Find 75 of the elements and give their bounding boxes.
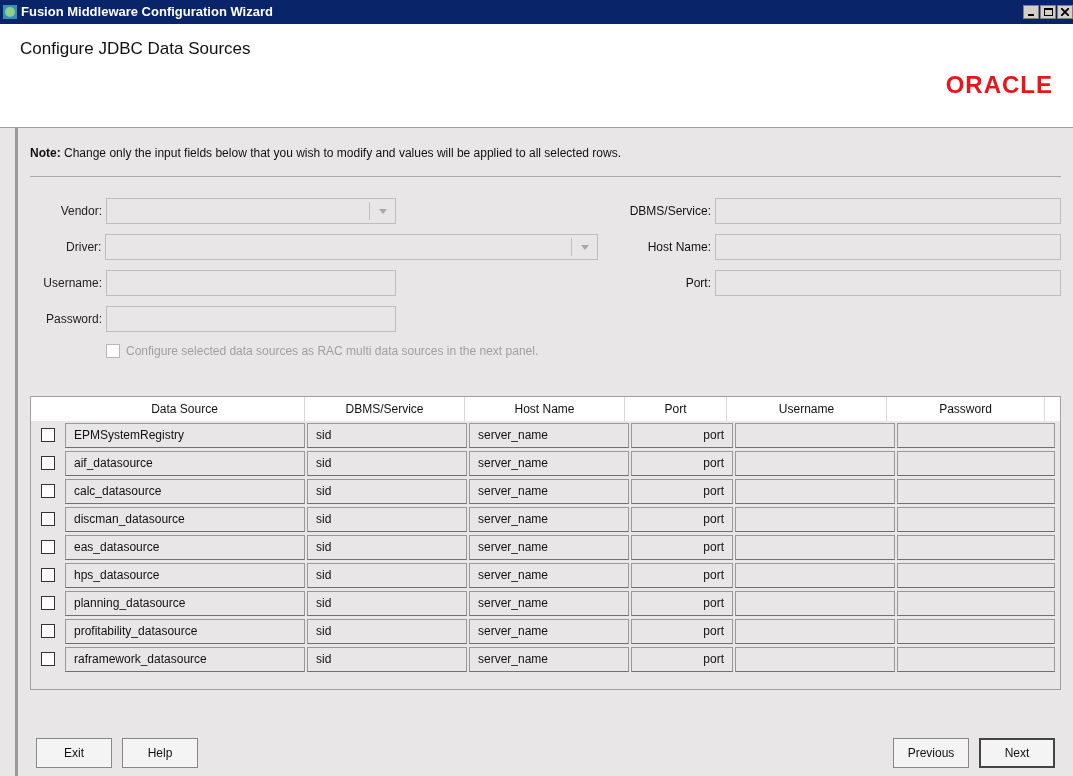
field-label: Password: — [44, 311, 102, 328]
table-cell: server_name — [469, 534, 629, 560]
field-label: Host Name: — [647, 239, 711, 256]
close-button[interactable] — [1057, 5, 1073, 19]
close-icon — [1061, 8, 1069, 16]
dialog-button[interactable]: Next — [979, 738, 1055, 768]
table-cell: server_name — [469, 618, 629, 644]
table-cell: calc_datasource — [65, 478, 305, 504]
dropdown-arrow-icon — [378, 208, 387, 214]
row-checkbox[interactable] — [41, 652, 55, 666]
table-cell: port — [631, 590, 733, 616]
table-cell: server_name — [469, 506, 629, 532]
maximize-icon — [1043, 8, 1053, 16]
field-label: Username: — [42, 275, 102, 292]
field-label: DBMS/Service: — [629, 203, 711, 220]
table-cell: hps_datasource — [65, 562, 305, 588]
table-cell: planning_datasource — [65, 590, 305, 616]
field-label: Driver: — [65, 239, 102, 256]
logo: ORACLE — [945, 69, 1053, 100]
row-checkbox[interactable] — [41, 456, 55, 470]
row-checkbox[interactable] — [41, 540, 55, 554]
column-header: Host Name — [465, 397, 625, 421]
dropdown-arrow-icon — [580, 244, 589, 250]
maximize-button[interactable] — [1040, 5, 1056, 19]
window-title: Fusion Middleware Configuration Wizard — [21, 3, 274, 22]
app-icon — [2, 4, 18, 20]
table-cell: server_name — [469, 646, 629, 672]
row-checkbox[interactable] — [41, 596, 55, 610]
table-cell: port — [631, 422, 733, 448]
table-cell: port — [631, 478, 733, 504]
row-checkbox[interactable] — [41, 624, 55, 638]
table-cell: sid — [307, 618, 467, 644]
table-cell: port — [631, 450, 733, 476]
table-cell: EPMSystemRegistry — [65, 422, 305, 448]
dialog-button[interactable]: Previous — [893, 738, 969, 768]
minimize-button[interactable] — [1023, 5, 1039, 19]
dialog-button[interactable]: Help — [122, 738, 198, 768]
table-cell: sid — [307, 506, 467, 532]
table-cell: server_name — [469, 422, 629, 448]
table-cell: port — [631, 562, 733, 588]
note-text: Note: Change only the input fields below that you wish to modify and values will be applied to all selected rows. — [30, 145, 622, 162]
table-cell: discman_datasource — [65, 506, 305, 532]
table-cell: server_name — [469, 562, 629, 588]
table-cell: sid — [307, 534, 467, 560]
table-cell: server_name — [469, 478, 629, 504]
table-cell: port — [631, 646, 733, 672]
row-checkbox[interactable] — [41, 428, 55, 442]
table-cell: sid — [307, 646, 467, 672]
table-cell: port — [631, 506, 733, 532]
table-cell: sid — [307, 590, 467, 616]
dialog-button[interactable]: Exit — [36, 738, 112, 768]
column-header: Data Source — [65, 397, 305, 421]
row-checkbox[interactable] — [41, 484, 55, 498]
table-cell: sid — [307, 422, 467, 448]
row-checkbox[interactable] — [41, 512, 55, 526]
field-label: Vendor: — [59, 203, 102, 220]
column-header: Port — [625, 397, 727, 421]
page-title: Configure JDBC Data Sources — [20, 38, 251, 60]
table-cell: raframework_datasource — [65, 646, 305, 672]
table-cell: port — [631, 534, 733, 560]
table-cell: server_name — [469, 450, 629, 476]
column-header: DBMS/Service — [305, 397, 465, 421]
table-cell: server_name — [469, 590, 629, 616]
table-cell: profitability_datasource — [65, 618, 305, 644]
field-label: Port: — [685, 275, 711, 292]
table-cell: sid — [307, 450, 467, 476]
table-cell: aif_datasource — [65, 450, 305, 476]
column-header: Username — [727, 397, 887, 421]
table-cell: sid — [307, 478, 467, 504]
table-cell: sid — [307, 562, 467, 588]
table-cell: port — [631, 618, 733, 644]
table-cell: eas_datasource — [65, 534, 305, 560]
checkbox-label: Configure selected data sources as RAC multi data sources in the next panel. — [126, 343, 539, 360]
column-header: Password — [887, 397, 1045, 421]
row-checkbox[interactable] — [41, 568, 55, 582]
